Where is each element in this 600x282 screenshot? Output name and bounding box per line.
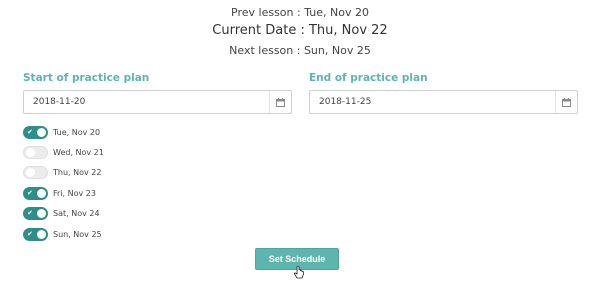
- day-label: Thu, Nov 22: [53, 167, 102, 177]
- check-icon: ✔: [27, 208, 33, 217]
- end-date-value[interactable]: 2018-11-25: [310, 97, 555, 107]
- day-row-thu-nov-22: ✔ Thu, Nov 22: [23, 165, 101, 179]
- end-plan-label: End of practice plan: [309, 72, 428, 84]
- toggle-knob: [37, 208, 46, 218]
- day-toggle[interactable]: ✔: [23, 227, 48, 241]
- check-icon: ✔: [27, 229, 33, 238]
- day-toggle[interactable]: ✔: [23, 186, 48, 200]
- calendar-icon[interactable]: [269, 91, 291, 113]
- prev-lesson-text: Prev lesson : Tue, Nov 20: [231, 6, 369, 19]
- start-date-field[interactable]: 2018-11-20: [23, 90, 292, 114]
- check-icon: ✔: [27, 127, 33, 136]
- day-row-fri-nov-23: ✔ Fri, Nov 23: [23, 186, 96, 200]
- day-row-wed-nov-21: ✔ Wed, Nov 21: [23, 145, 104, 159]
- day-row-sat-nov-24: ✔ Sat, Nov 24: [23, 206, 100, 220]
- calendar-icon[interactable]: [555, 91, 577, 113]
- toggle-knob: [37, 188, 46, 198]
- toggle-knob: [37, 127, 46, 137]
- current-date-text: Current Date : Thu, Nov 22: [212, 23, 388, 38]
- toggle-knob: [26, 167, 35, 177]
- next-lesson-text: Next lesson : Sun, Nov 25: [229, 44, 371, 57]
- start-plan-label: Start of practice plan: [23, 72, 150, 84]
- day-row-sun-nov-25: ✔ Sun, Nov 25: [23, 227, 102, 241]
- toggle-knob: [37, 229, 46, 239]
- day-row-tue-nov-20: ✔ Tue, Nov 20: [23, 125, 100, 139]
- check-icon: ✔: [27, 188, 33, 197]
- day-toggle[interactable]: ✔: [23, 206, 48, 220]
- day-label: Sun, Nov 25: [53, 229, 102, 239]
- start-date-value[interactable]: 2018-11-20: [24, 97, 269, 107]
- toggle-knob: [26, 147, 35, 157]
- day-toggle[interactable]: ✔: [23, 125, 48, 139]
- day-label: Tue, Nov 20: [53, 127, 101, 137]
- day-toggle[interactable]: ✔: [23, 165, 48, 179]
- day-label: Sat, Nov 24: [53, 208, 100, 218]
- day-toggle[interactable]: ✔: [23, 145, 48, 159]
- day-label: Wed, Nov 21: [53, 147, 104, 157]
- end-date-field[interactable]: 2018-11-25: [309, 90, 578, 114]
- day-label: Fri, Nov 23: [53, 188, 96, 198]
- hand-cursor-icon: [293, 266, 304, 279]
